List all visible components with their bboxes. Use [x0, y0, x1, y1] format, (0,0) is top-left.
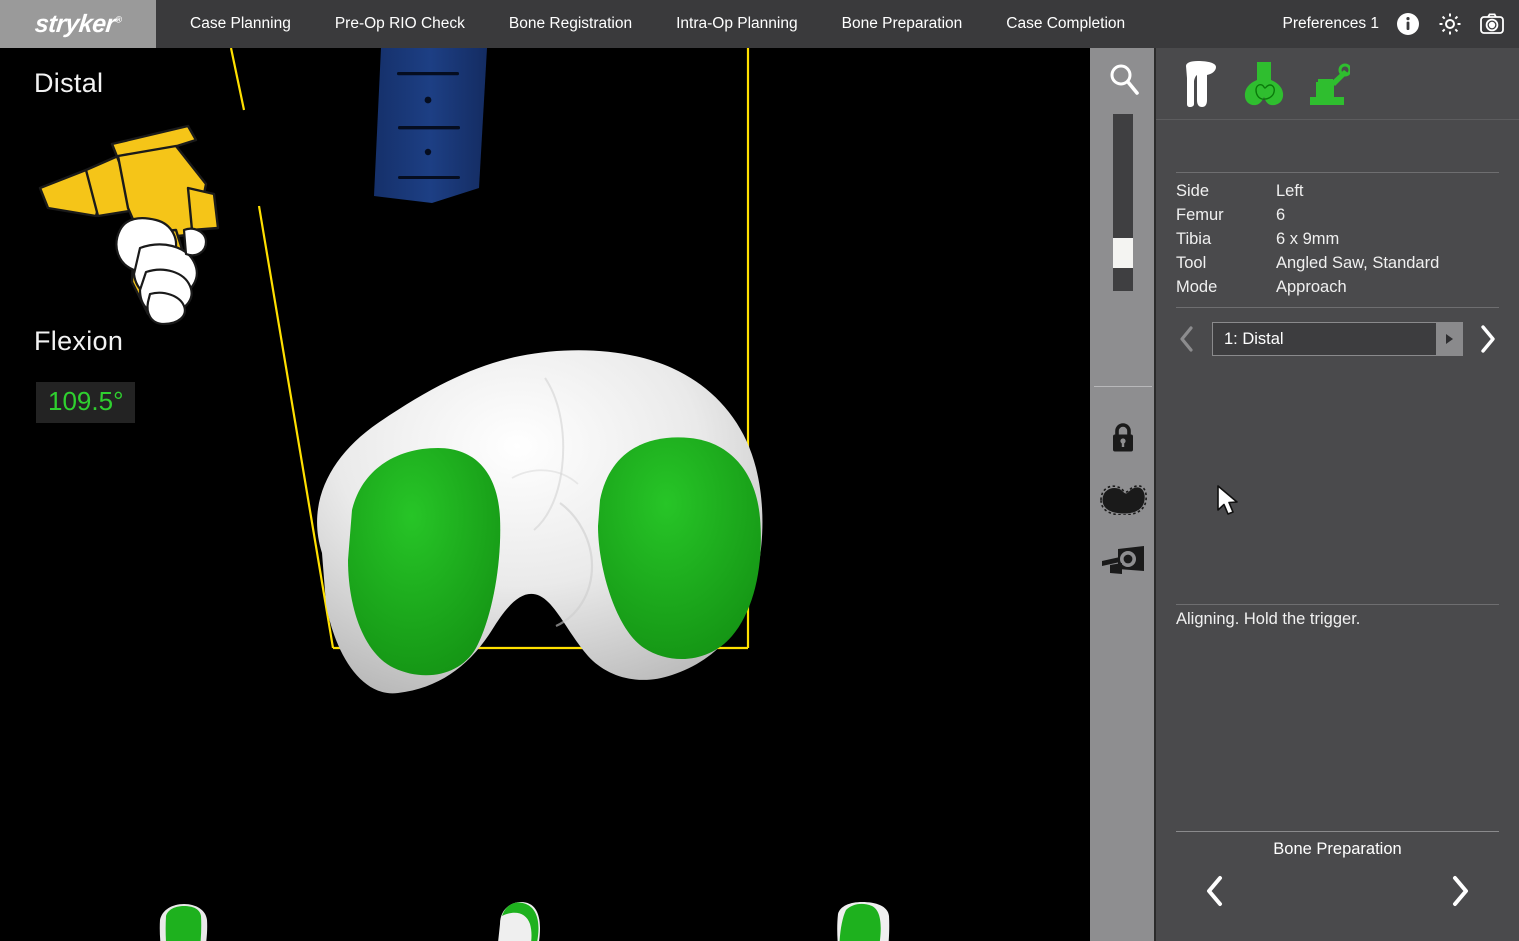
3d-scene	[0, 48, 1090, 941]
app-header: stryker® Case Planning Pre-Op RIO Check …	[0, 0, 1519, 48]
case-info-table: Side Left Femur 6 Tibia 6 x 9mm Tool Ang	[1176, 179, 1499, 299]
saw-blade-model	[374, 48, 487, 203]
stryker-logo: stryker®	[0, 0, 156, 48]
case-info-section: Side Left Femur 6 Tibia 6 x 9mm Tool Ang	[1156, 172, 1519, 308]
cut-label: Distal	[34, 68, 103, 99]
step-dropdown-arrow[interactable]	[1436, 323, 1462, 355]
logo-registered-mark: ®	[115, 14, 122, 24]
info-value: 6 x 9mm	[1276, 227, 1499, 251]
femur-implant-icon[interactable]	[1242, 60, 1286, 108]
toolbar-divider	[1094, 386, 1152, 387]
status-divider	[1176, 604, 1499, 605]
step-next-button[interactable]	[1473, 322, 1503, 356]
camera-icon[interactable]	[1479, 11, 1505, 37]
kidney-icon	[1099, 485, 1147, 515]
table-row: Tibia 6 x 9mm	[1176, 227, 1499, 251]
lock-icon	[1108, 421, 1138, 455]
application-window: stryker® Case Planning Pre-Op RIO Check …	[0, 0, 1519, 941]
step-prev-button[interactable]	[1172, 322, 1202, 356]
info-value: 6	[1276, 203, 1499, 227]
zoom-slider[interactable]	[1113, 114, 1133, 291]
table-row: Femur 6	[1176, 203, 1499, 227]
view-thumbnails	[160, 902, 890, 941]
workflow-prev-button[interactable]	[1192, 866, 1238, 916]
nav-item-case-completion[interactable]: Case Completion	[984, 0, 1147, 48]
caret-right-icon	[1444, 333, 1454, 345]
info-value: Angled Saw, Standard	[1276, 251, 1499, 275]
table-row: Side Left	[1176, 179, 1499, 203]
step-selector-row: 1: Distal	[1156, 322, 1519, 356]
femur-bone-model	[317, 350, 762, 693]
workflow-next-button[interactable]	[1437, 866, 1483, 916]
status-message: Aligning. Hold the trigger.	[1176, 610, 1360, 629]
step-select[interactable]: 1: Distal	[1212, 322, 1463, 356]
preferences-label[interactable]: Preferences 1	[1283, 15, 1380, 33]
nav-item-bone-preparation[interactable]: Bone Preparation	[820, 0, 985, 48]
footer-navigation	[1156, 866, 1519, 916]
table-row: Tool Angled Saw, Standard	[1176, 251, 1499, 275]
info-divider-bottom	[1176, 307, 1499, 308]
nav-item-bone-registration[interactable]: Bone Registration	[487, 0, 654, 48]
logo-text: stryker	[34, 10, 117, 38]
info-key: Mode	[1176, 275, 1276, 299]
info-key: Tibia	[1176, 227, 1276, 251]
chevron-right-icon	[1449, 875, 1471, 907]
resection-zone-medial	[348, 448, 500, 675]
chevron-left-icon	[1204, 875, 1226, 907]
flexion-label: Flexion	[34, 326, 123, 357]
implant-outline-button[interactable]	[1090, 470, 1156, 530]
camera-view-button[interactable]	[1090, 530, 1156, 590]
3d-viewport[interactable]: Distal Flexion 109.5°	[0, 48, 1090, 941]
zoom-slider-thumb[interactable]	[1113, 238, 1133, 268]
footer-title: Bone Preparation	[1156, 840, 1519, 859]
camera-tracker-icon	[1100, 543, 1146, 577]
thumb-femur-lateral	[497, 902, 540, 941]
step-select-value: 1: Distal	[1213, 330, 1284, 349]
header-actions: Preferences 1	[1283, 0, 1506, 48]
info-key: Side	[1176, 179, 1276, 203]
thumb-femur-anterior	[160, 904, 207, 941]
tibia-bone-icon[interactable]	[1178, 60, 1222, 108]
robotic-arm-icon[interactable]	[1306, 60, 1350, 108]
info-icon[interactable]	[1395, 11, 1421, 37]
info-key: Tool	[1176, 251, 1276, 275]
lock-view-button[interactable]	[1090, 408, 1156, 468]
flexion-readout: 109.5°	[36, 382, 135, 423]
thumb-femur-posterior	[837, 902, 889, 941]
gear-icon[interactable]	[1437, 11, 1463, 37]
nav-item-case-planning[interactable]: Case Planning	[168, 0, 313, 48]
search-icon[interactable]	[1107, 62, 1140, 98]
nav-item-intra-op-planning[interactable]: Intra-Op Planning	[654, 0, 820, 48]
flexion-value: 109.5°	[48, 386, 123, 416]
footer-divider	[1176, 831, 1499, 832]
handheld-saw-icon	[40, 126, 218, 324]
nav-item-pre-op-rio-check[interactable]: Pre-Op RIO Check	[313, 0, 487, 48]
table-row: Mode Approach	[1176, 275, 1499, 299]
chevron-right-icon	[1479, 325, 1497, 353]
info-divider-top	[1176, 172, 1499, 173]
chevron-left-icon	[1179, 326, 1195, 352]
panel-view-toggles	[1156, 48, 1519, 120]
main-navigation: Case Planning Pre-Op RIO Check Bone Regi…	[156, 0, 1283, 48]
right-panel: Side Left Femur 6 Tibia 6 x 9mm Tool Ang	[1156, 48, 1519, 941]
info-value: Left	[1276, 179, 1499, 203]
info-key: Femur	[1176, 203, 1276, 227]
view-toolbar	[1090, 48, 1156, 941]
info-value: Approach	[1276, 275, 1499, 299]
